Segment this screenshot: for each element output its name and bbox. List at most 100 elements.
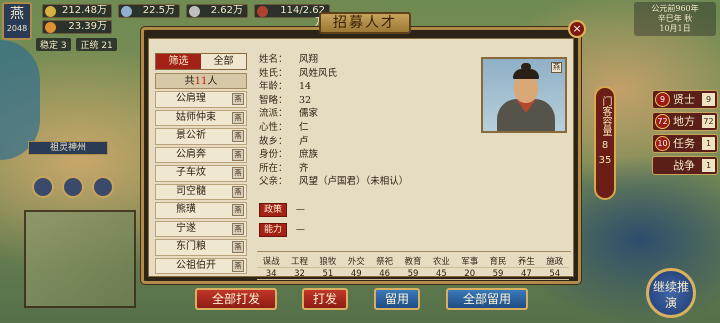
silver-icon bbox=[189, 6, 200, 17]
field-label: 姓氏： bbox=[259, 67, 288, 79]
candidate-item[interactable]: 公肩奔 燕 bbox=[155, 146, 247, 163]
candidate-item[interactable]: 东门粮 燕 bbox=[155, 239, 247, 256]
field-label: 身份： bbox=[259, 149, 288, 161]
portrait-seal-icon: 燕 bbox=[551, 62, 562, 73]
minimap[interactable] bbox=[24, 210, 136, 308]
candidate-field: 姓名： 风翔 bbox=[259, 53, 459, 67]
nation-seal-icon: 燕 bbox=[232, 93, 244, 105]
food-icon bbox=[45, 22, 56, 33]
field-value: 齐 bbox=[299, 162, 309, 174]
ability-section: 能力 — bbox=[259, 223, 305, 237]
food-resource: 23.39万 bbox=[42, 20, 112, 34]
candidate-name: 公肩瑝 bbox=[176, 93, 206, 104]
dismiss-button[interactable]: 打发 bbox=[302, 288, 348, 310]
field-value: 14 bbox=[299, 81, 312, 93]
skill-value: 54 bbox=[540, 267, 569, 280]
count-suffix: 人 bbox=[207, 76, 218, 87]
candidate-item[interactable]: 子车炆 燕 bbox=[155, 165, 247, 182]
candidate-item[interactable]: 熊璜 燕 bbox=[155, 202, 247, 219]
skill-name: 谋战 bbox=[257, 255, 286, 268]
policy-label: 政策 bbox=[259, 203, 288, 217]
candidate-item[interactable]: 公祖伯开 燕 bbox=[155, 257, 247, 274]
filter-button[interactable]: 筛选 bbox=[156, 54, 201, 69]
field-label: 姓名： bbox=[259, 54, 288, 65]
retainer-current: 8 bbox=[601, 140, 609, 151]
war-label: 战争 bbox=[673, 159, 695, 172]
scroll-icon[interactable] bbox=[92, 176, 114, 198]
skill-name: 工程 bbox=[285, 255, 314, 268]
skill-value: 51 bbox=[313, 267, 343, 280]
candidate-item[interactable]: 景公祈 燕 bbox=[155, 128, 247, 145]
keep-all-button[interactable]: 全部留用 bbox=[446, 288, 528, 310]
gold-resource: 212.48万 bbox=[42, 4, 112, 18]
stability-stat: 稳定 3 bbox=[36, 38, 71, 51]
skills-header-row: 谋战 工程 狼牧 外交 祭祀 教育 农业 军事 育民 养生 施政 bbox=[257, 255, 569, 268]
filter-all-button[interactable]: 全部 bbox=[201, 54, 246, 69]
count-number: 11 bbox=[194, 76, 208, 87]
candidate-item[interactable]: 公肩瑝 燕 bbox=[155, 91, 247, 108]
field-label: 父亲： bbox=[259, 176, 288, 188]
skills-table: 谋战 工程 狼牧 外交 祭祀 教育 农业 军事 育民 养生 施政 34 32 51 49 46 59 45 20 5… bbox=[257, 255, 569, 280]
army-icon[interactable] bbox=[62, 176, 84, 198]
skill-value: 20 bbox=[455, 267, 484, 280]
field-label: 故乡： bbox=[259, 135, 288, 147]
date-day: 10月1日 bbox=[659, 24, 691, 33]
side-menu-war[interactable]: 战争 1 bbox=[652, 156, 718, 175]
candidate-name: 司空髓 bbox=[176, 185, 206, 197]
candidate-field: 所在： 齐 bbox=[259, 162, 459, 176]
candidate-field: 流派： 儒家 bbox=[259, 107, 459, 121]
nation-seal-icon: 燕 bbox=[232, 259, 244, 272]
candidate-item[interactable]: 司空髓 燕 bbox=[155, 183, 247, 200]
candidate-field: 父亲： 风望（卢国君）（未相认） bbox=[259, 175, 459, 189]
side-menu-tasks[interactable]: 10 任务 1 bbox=[652, 134, 718, 153]
side-menu-local[interactable]: 72 地方 72 bbox=[652, 112, 718, 131]
keep-button[interactable]: 留用 bbox=[374, 288, 420, 310]
field-label: 智略： bbox=[259, 94, 288, 106]
nation-emblem[interactable]: 燕 2048 bbox=[2, 2, 32, 40]
field-value: 儒家 bbox=[299, 108, 319, 120]
skill-value: 59 bbox=[483, 267, 513, 280]
skill-name: 育民 bbox=[483, 255, 513, 268]
candidate-field: 姓氏： 风姓风氏 bbox=[259, 67, 459, 81]
candidate-count: 共11人 bbox=[155, 73, 247, 89]
army-icon bbox=[257, 6, 268, 17]
candidate-name: 姑师仲束 bbox=[176, 111, 216, 123]
candidate-item[interactable]: 姑师仲束 燕 bbox=[155, 109, 247, 126]
talent-badge: 9 bbox=[655, 92, 670, 107]
gold-icon bbox=[45, 6, 56, 17]
war-count: 1 bbox=[702, 159, 715, 172]
candidate-name: 景公祈 bbox=[176, 130, 206, 141]
field-label: 心性： bbox=[259, 121, 288, 133]
nation-seal-icon: 燕 bbox=[232, 148, 244, 161]
side-menu: 9 贤士 9 72 地方 72 10 任务 1 战争 1 bbox=[652, 90, 718, 178]
field-value: 卢 bbox=[299, 135, 309, 147]
side-menu-talent[interactable]: 9 贤士 9 bbox=[652, 90, 718, 109]
dismiss-all-button[interactable]: 全部打发 bbox=[195, 288, 277, 310]
skill-value: 47 bbox=[512, 267, 541, 280]
candidate-name: 公祖伯开 bbox=[176, 259, 216, 271]
count-prefix: 共 bbox=[184, 76, 195, 87]
policy-value: — bbox=[295, 205, 305, 215]
skill-name: 狼牧 bbox=[313, 255, 343, 268]
candidate-field: 身份： 庶族 bbox=[259, 148, 459, 162]
tasks-label: 任务 bbox=[673, 137, 695, 150]
portrait-face bbox=[514, 75, 538, 103]
tasks-count: 1 bbox=[702, 137, 715, 150]
field-label: 流派： bbox=[259, 108, 288, 120]
skill-value: 32 bbox=[285, 267, 314, 280]
region-tag[interactable]: 祖灵神州 bbox=[28, 141, 108, 155]
skill-name: 教育 bbox=[398, 255, 428, 268]
portrait-bun bbox=[521, 63, 531, 71]
skill-value: 49 bbox=[342, 267, 371, 280]
field-label: 年龄： bbox=[259, 81, 288, 93]
continue-button[interactable]: 继续推演 bbox=[646, 268, 696, 318]
close-button[interactable]: × bbox=[568, 20, 586, 38]
building-icon[interactable] bbox=[32, 176, 54, 198]
legitimacy-stat: 正统 21 bbox=[76, 38, 117, 51]
candidate-field: 智略： 32 bbox=[259, 94, 459, 108]
skill-name: 养生 bbox=[512, 255, 541, 268]
retainer-capacity-label: 门客容量 bbox=[600, 96, 611, 136]
candidate-item[interactable]: 宁遂 燕 bbox=[155, 220, 247, 237]
field-value: 仁 bbox=[299, 121, 309, 133]
candidate-name: 子车炆 bbox=[176, 167, 206, 178]
